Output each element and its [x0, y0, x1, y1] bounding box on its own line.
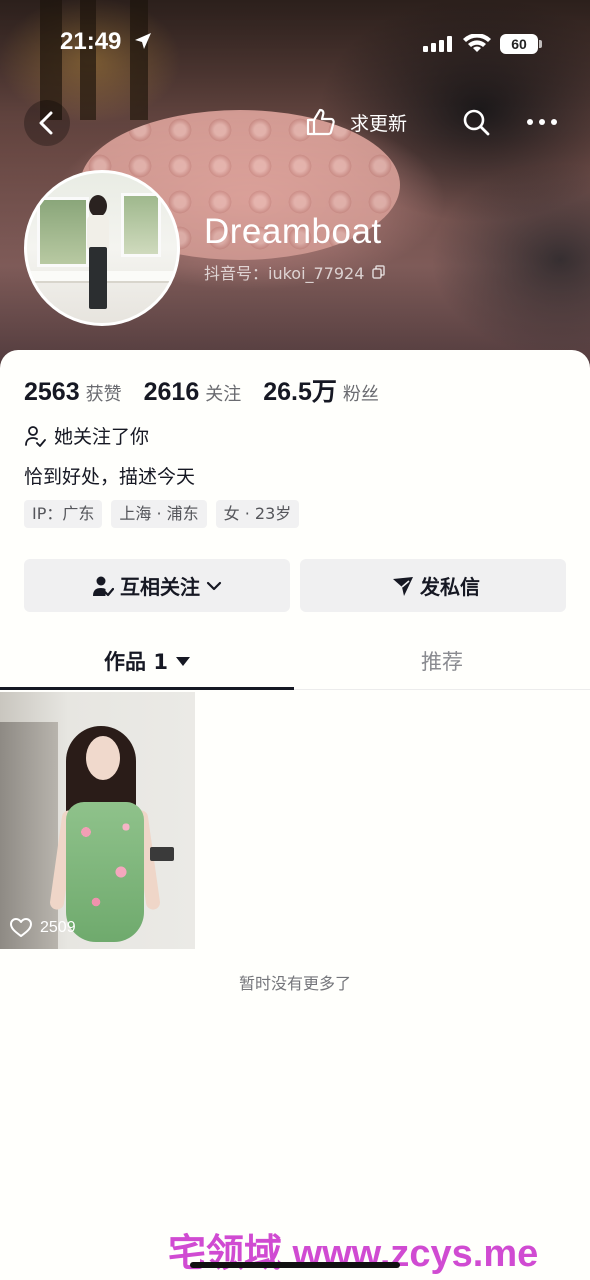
action-buttons: 互相关注 发私信 — [24, 559, 566, 612]
chevron-down-icon — [206, 581, 222, 590]
watermark: 宅领域 www.zcys.me — [168, 1233, 539, 1275]
home-indicator[interactable] — [190, 1262, 400, 1268]
search-icon[interactable] — [460, 106, 492, 138]
status-bar: 21:49 60 — [0, 28, 590, 60]
battery-icon: 60 — [500, 34, 542, 54]
heart-icon — [10, 918, 32, 937]
douyin-id: 抖音号：iukoi_77924 — [204, 260, 386, 284]
profile-name: Dreamboat — [204, 212, 382, 251]
copy-icon[interactable] — [372, 265, 386, 279]
no-more-text: 暂时没有更多了 — [238, 974, 351, 993]
tab-works[interactable]: 作品 1 — [0, 632, 294, 690]
chevron-left-icon — [39, 111, 53, 135]
send-icon — [393, 576, 413, 596]
content-tabs: 作品 1 推荐 — [0, 632, 590, 690]
caret-down-icon — [175, 656, 190, 666]
stat-following[interactable]: 2616 关注 — [144, 378, 242, 407]
location-arrow-icon — [135, 33, 151, 49]
request-update-button[interactable]: 求更新 — [306, 98, 407, 146]
thumbs-up-icon — [306, 108, 335, 136]
video-likes-count: 2509 — [40, 919, 76, 936]
tab-recommend[interactable]: 推荐 — [294, 632, 590, 690]
video-thumbnail[interactable]: 2509 — [0, 692, 195, 949]
stat-likes[interactable]: 2563 获赞 — [24, 378, 122, 407]
avatar[interactable] — [24, 170, 180, 326]
follows-you-note: 她关注了你 — [24, 422, 149, 449]
douyin-id-text: 抖音号：iukoi_77924 — [204, 264, 365, 283]
tag-ip: IP：广东 — [24, 500, 103, 528]
wifi-icon — [463, 34, 491, 52]
mutual-follow-button[interactable]: 互相关注 — [24, 559, 290, 612]
back-button[interactable] — [24, 100, 70, 146]
profile-card: 2563 获赞 2616 关注 26.5万 粉丝 她关注了你 恰到好处，描述今天… — [0, 350, 590, 1280]
follows-you-text: 她关注了你 — [54, 426, 150, 448]
tab-recommend-label: 推荐 — [421, 650, 463, 674]
more-options-icon[interactable] — [524, 106, 560, 138]
user-check-icon — [93, 576, 114, 596]
status-time: 21:49 — [60, 28, 122, 55]
user-check-icon — [25, 425, 46, 447]
request-update-label: 求更新 — [350, 112, 408, 135]
tag-list: IP：广东 上海 · 浦东 女 · 23岁 — [24, 500, 308, 528]
active-tab-indicator — [0, 687, 294, 690]
stat-followers[interactable]: 26.5万 粉丝 — [263, 372, 379, 408]
cellular-signal-icon — [423, 36, 452, 52]
send-message-button[interactable]: 发私信 — [300, 559, 566, 612]
stats-row: 2563 获赞 2616 关注 26.5万 粉丝 — [24, 372, 401, 408]
video-likes: 2509 — [10, 918, 76, 938]
tab-works-label: 作品 1 — [104, 650, 168, 674]
mutual-follow-label: 互相关注 — [120, 575, 200, 599]
send-message-label: 发私信 — [420, 575, 480, 599]
tag-location: 上海 · 浦东 — [111, 500, 207, 528]
bio: 恰到好处，描述今天 — [24, 466, 196, 488]
tag-gender-age: 女 · 23岁 — [215, 500, 300, 528]
